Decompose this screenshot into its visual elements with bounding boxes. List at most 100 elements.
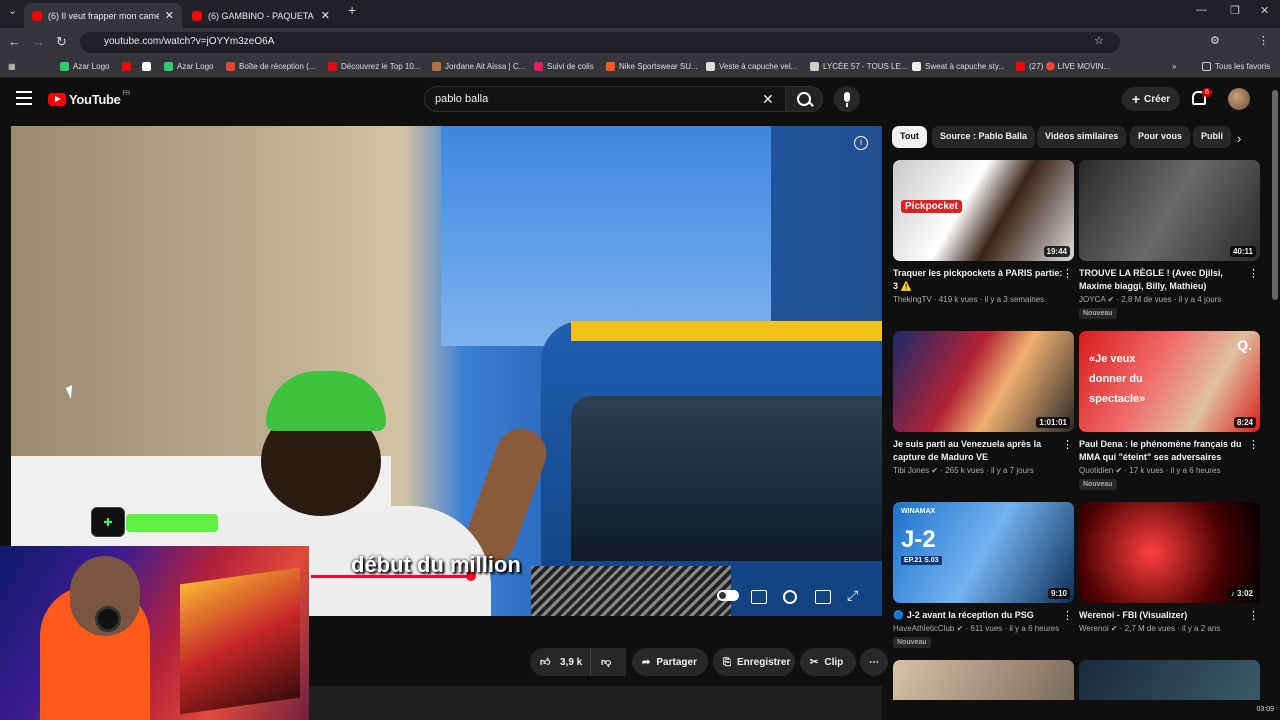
video-thumbnail[interactable]: 40:11	[1079, 160, 1260, 261]
video-thumbnail[interactable]	[1079, 660, 1260, 700]
create-button[interactable]: + Créer	[1122, 87, 1180, 111]
duration-badge: 40:11	[1229, 246, 1256, 257]
search-button[interactable]	[785, 86, 823, 112]
channel-meta: ThekingTV · 419 k vues · il y a 3 semain…	[893, 295, 1045, 304]
bookmark-item[interactable]: Azar Logo	[60, 62, 109, 71]
overlay-bar	[126, 514, 218, 532]
browser-toolbar: ← → ↻ youtube.com/watch?v=jOYYm3zeO6A ☆ …	[0, 28, 1280, 56]
tab-list-icon[interactable]: ⌄	[8, 4, 17, 17]
channel-meta: Werenoi ✔ · 2,7 M de vues · il y a 2 ans	[1079, 624, 1221, 633]
bookmark-item[interactable]: Découvrez le Top 10...	[328, 62, 420, 71]
video-player[interactable]: début du million i	[11, 126, 882, 616]
address-bar[interactable]: youtube.com/watch?v=jOYYm3zeO6A	[80, 32, 1120, 53]
more-options-icon[interactable]: ⋮	[1248, 609, 1259, 622]
bookmark-item[interactable]: Azar Logo	[164, 62, 213, 71]
settings-gear-icon[interactable]	[783, 590, 797, 604]
bookmark-star-icon[interactable]: ☆	[1094, 34, 1104, 47]
youtube-logo[interactable]: YouTube FR	[48, 91, 130, 107]
info-icon[interactable]: i	[854, 136, 868, 150]
overlay-plus-icon: ✚	[91, 507, 125, 537]
new-badge: Nouveau	[1079, 479, 1117, 490]
bookmark-item[interactable]: Nike Sportswear SU...	[606, 62, 698, 71]
webcam-background-screen	[180, 567, 300, 715]
youtube-favicon-icon	[32, 10, 42, 21]
fullscreen-icon[interactable]	[847, 587, 863, 604]
forward-icon[interactable]: →	[32, 34, 45, 49]
bookmark-item[interactable]: Suivi de colis	[534, 62, 594, 71]
reload-icon[interactable]: ↻	[56, 34, 67, 50]
browser-tab-active[interactable]: (6) Il veut frapper mon caméra ✕	[24, 3, 182, 28]
webcam-overlay	[0, 546, 309, 720]
video-title[interactable]: Paul Dena : le phénomène français du MMA…	[1079, 438, 1249, 464]
more-actions-button[interactable]: ⋯	[860, 648, 888, 676]
save-button[interactable]: ⎘ Enregistrer	[713, 648, 795, 676]
duration-badge: 19:44	[1043, 246, 1070, 257]
bookmark-item[interactable]: Jordane Ait Aissa | C...	[432, 62, 525, 71]
thumbs-up-icon: 👍︎	[540, 656, 551, 668]
bookmark-item[interactable]	[142, 62, 155, 71]
chevron-right-icon[interactable]: ›	[1237, 131, 1241, 146]
extensions-icon[interactable]: ⚙	[1210, 34, 1220, 47]
video-frame-grille	[531, 566, 731, 616]
chip-publi[interactable]: Publi	[1193, 126, 1231, 148]
duration-badge: 8:24	[1233, 417, 1256, 428]
scrollbar-thumb[interactable]	[1272, 90, 1278, 300]
video-thumbnail[interactable]: WINAMAX J-2 EP.21 S.03 9:10	[893, 502, 1074, 603]
clear-search-icon[interactable]: ✕	[762, 91, 774, 108]
bookmarks-overflow-icon[interactable]: »	[1172, 62, 1176, 71]
close-tab-icon[interactable]: ✕	[165, 9, 174, 22]
close-window-icon[interactable]: ✕	[1260, 4, 1269, 17]
bookmark-item[interactable]: Boîte de réception (...	[226, 62, 316, 71]
bookmark-item[interactable]: Sweat à capuche sty...	[912, 62, 1005, 71]
clip-button[interactable]: ✂ Clip	[800, 648, 856, 676]
apps-icon[interactable]: ▦	[8, 62, 16, 71]
notification-count-badge: 6	[1202, 88, 1212, 97]
more-options-icon[interactable]: ⋮	[1062, 267, 1073, 280]
video-title[interactable]: Traquer les pickpockets à PARIS partie: …	[893, 267, 1063, 293]
video-thumbnail[interactable]: Pickpocket 19:44	[893, 160, 1074, 261]
minimize-icon[interactable]: —	[1196, 4, 1207, 16]
chip-source[interactable]: Source : Pablo Balla	[932, 126, 1036, 148]
chip-for-you[interactable]: Pour vous	[1130, 126, 1191, 148]
video-title[interactable]: Werenoi - FBI (Visualizer)	[1079, 609, 1249, 622]
search-input[interactable]: pablo balla	[424, 86, 786, 112]
video-thumbnail[interactable]	[893, 660, 1074, 700]
bookmark-item[interactable]: LYCÉE 57 - TOUS LE...	[810, 62, 907, 71]
chip-all[interactable]: Tout	[892, 126, 927, 148]
account-avatar[interactable]	[1228, 88, 1250, 110]
autoplay-toggle[interactable]	[717, 590, 739, 601]
voice-search-icon[interactable]	[834, 86, 860, 112]
bookmark-item[interactable]: Veste à capuche vel...	[706, 62, 797, 71]
video-title[interactable]: 🔵 J-2 avant la réception du PSG	[893, 609, 1063, 622]
video-thumbnail[interactable]: ♪ 3:02	[1079, 502, 1260, 603]
all-favorites-folder[interactable]: Tous les favoris	[1202, 62, 1270, 71]
bookmark-item[interactable]	[122, 62, 135, 71]
channel-meta: Quotidien ✔ · 17 k vues · il y a 6 heure…	[1079, 466, 1221, 475]
more-options-icon[interactable]: ⋮	[1062, 438, 1073, 451]
close-tab-icon[interactable]: ✕	[321, 9, 330, 22]
video-title[interactable]: Je suis parti au Venezuela après la capt…	[893, 438, 1063, 464]
browser-tab[interactable]: (6) GAMBINO - PAQUETA (Clip ✕	[184, 3, 338, 28]
dislike-button[interactable]: 👎︎	[590, 648, 626, 676]
youtube-play-icon	[48, 93, 66, 106]
video-thumbnail[interactable]: 1:01:01	[893, 331, 1074, 432]
new-tab-button[interactable]: +	[348, 2, 356, 18]
share-button[interactable]: ➦ Partager	[632, 648, 708, 676]
miniplayer-icon[interactable]	[815, 590, 831, 604]
subtitles-icon[interactable]	[751, 590, 767, 604]
hamburger-menu-icon[interactable]	[16, 91, 32, 105]
thumbs-down-icon: 👎︎	[601, 656, 612, 668]
page-scrollbar[interactable]	[1272, 90, 1278, 690]
video-thumbnail[interactable]: «Je veux donner du spectacle» Q. 8:24	[1079, 331, 1260, 432]
more-options-icon[interactable]: ⋮	[1248, 438, 1259, 451]
bookmark-item[interactable]: (27) 🔴 LIVE MOVIN...	[1016, 62, 1110, 71]
video-title[interactable]: TROUVE LA RÈGLE ! (Avec Djilsi, Maxime b…	[1079, 267, 1249, 293]
restore-icon[interactable]: ❐	[1230, 4, 1240, 17]
more-options-icon[interactable]: ⋮	[1248, 267, 1259, 280]
more-options-icon[interactable]: ⋮	[1062, 609, 1073, 622]
back-icon[interactable]: ←	[8, 34, 21, 49]
browser-menu-icon[interactable]: ⋮	[1258, 34, 1269, 47]
player-controls	[711, 586, 882, 610]
duration-badge: 1:01:01	[1036, 417, 1070, 428]
chip-similar[interactable]: Vidéos similaires	[1037, 126, 1127, 148]
